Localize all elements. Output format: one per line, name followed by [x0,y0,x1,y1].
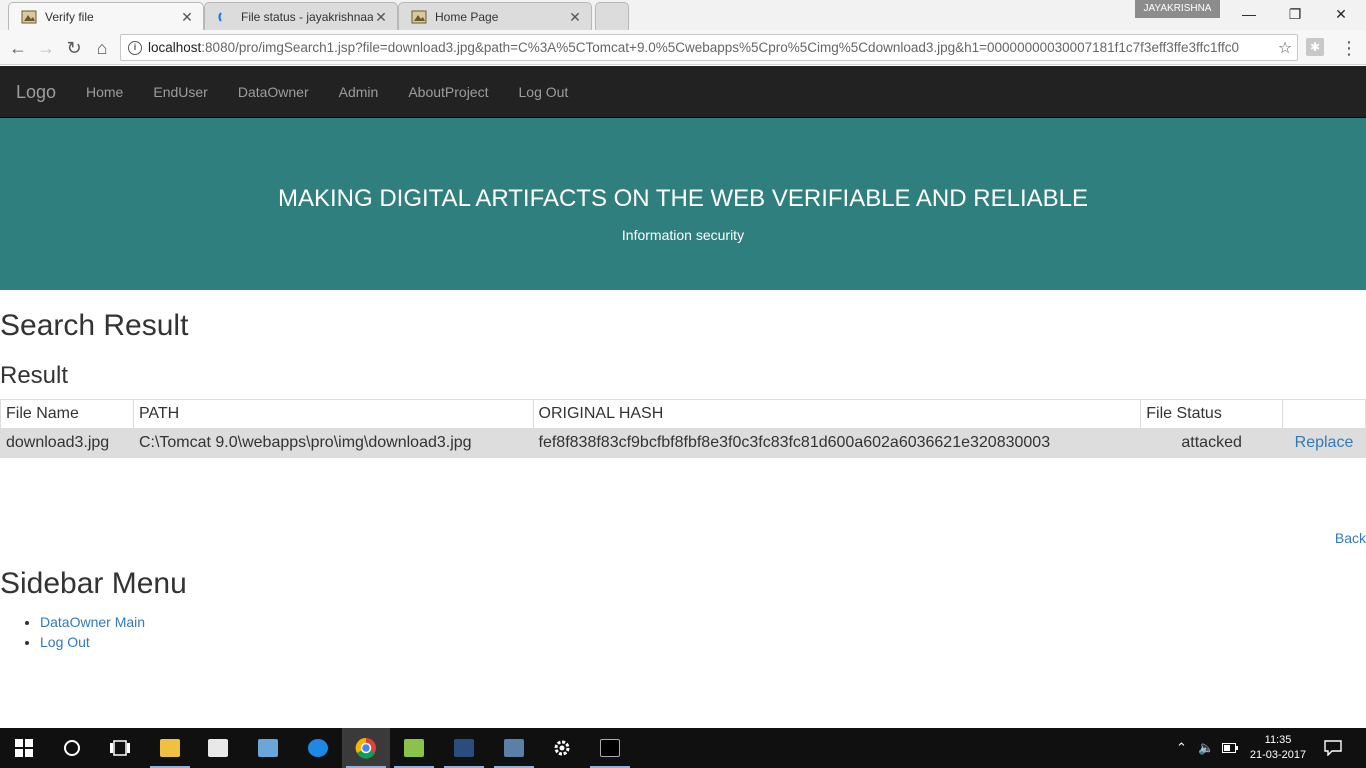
address-bar[interactable]: i localhost:8080/pro/imgSearch1.jsp?file… [120,34,1298,61]
sidebar-item-logout[interactable]: Log Out [40,634,90,650]
chrome-icon[interactable] [342,728,390,768]
replace-link[interactable]: Replace [1295,434,1354,451]
restore-icon[interactable]: ❐ [1272,0,1318,28]
windows-taskbar: ⌃ 🔈 11:35 21-03-2017 [0,728,1366,768]
sidebar-title: Sidebar Menu [0,567,187,600]
command-prompt-icon[interactable] [586,728,634,768]
clock-date: 21-03-2017 [1249,749,1307,761]
forward-arrow-icon[interactable]: → [34,36,58,60]
store-icon[interactable] [194,728,242,768]
sql-tool-icon[interactable] [490,728,538,768]
mysql-workbench-icon[interactable] [440,728,488,768]
page-favicon-icon [411,10,427,23]
close-tab-icon[interactable]: ✕ [179,9,195,25]
sidebar-item-dataowner-main[interactable]: DataOwner Main [40,614,145,630]
clock-time: 11:35 [1264,734,1292,746]
tab-title: File status - jayakrishnaa [241,9,373,24]
sidebar-item: DataOwner Main [40,612,145,632]
tab-home-page[interactable]: Home Page ✕ [398,2,592,30]
new-tab-button[interactable] [595,2,629,30]
tab-title: Home Page [435,9,499,24]
nav-logout[interactable]: Log Out [504,66,584,118]
table-row: download3.jpg C:\Tomcat 9.0\webapps\pro\… [0,428,1366,458]
sidebar-menu: DataOwner Main Log Out [40,612,145,652]
settings-gear-icon[interactable] [538,728,586,768]
bookmark-star-icon[interactable]: ☆ [1273,38,1297,58]
start-windows-icon[interactable] [0,728,48,768]
acrobat-extension-icon[interactable]: ✱ [1306,38,1324,56]
tab-title: Verify file [45,9,94,24]
hero-title: MAKING DIGITAL ARTIFACTS ON THE WEB VERI… [278,185,1088,212]
back-arrow-icon[interactable]: ← [6,36,30,60]
nav-home[interactable]: Home [71,66,138,118]
notepad-plus-icon[interactable] [390,728,438,768]
tab-file-status[interactable]: File status - jayakrishnaa ✕ [204,2,398,30]
page-favicon-icon [21,10,37,23]
loading-spinner-icon [218,11,222,22]
profile-badge[interactable]: JAYAKRISHNA [1135,0,1220,18]
column-header [1282,399,1366,429]
nav-links: Home EndUser DataOwner Admin AboutProjec… [71,66,583,118]
action-cell: Replace [1282,428,1366,458]
media-app-icon[interactable] [244,728,292,768]
battery-icon[interactable] [1222,728,1238,768]
volume-icon[interactable]: 🔈 [1198,728,1214,768]
close-window-icon[interactable]: ✕ [1318,0,1364,28]
action-center-icon[interactable] [1324,728,1342,768]
close-tab-icon[interactable]: ✕ [373,9,389,25]
taskbar-clock[interactable]: 11:35 21-03-2017 [1245,733,1311,763]
column-header: ORIGINAL HASH [532,399,1142,429]
file-name-cell: download3.jpg [0,428,134,458]
back-link[interactable]: Back [1335,530,1366,546]
home-icon[interactable]: ⌂ [90,36,114,60]
reload-icon[interactable]: ↻ [62,36,86,60]
tab-verify-file[interactable]: Verify file ✕ [8,2,204,30]
file-status-cell: attacked [1140,428,1283,458]
sidebar-item: Log Out [40,632,145,652]
browser-toolbar: ← → ↻ ⌂ i localhost:8080/pro/imgSearch1.… [0,30,1366,65]
hero-subtitle: Information security [621,227,745,243]
path-cell: C:\Tomcat 9.0\webapps\pro\img\download3.… [132,428,534,458]
show-hidden-icons-icon[interactable]: ⌃ [1176,728,1187,768]
hero-banner: MAKING DIGITAL ARTIFACTS ON THE WEB VERI… [0,118,1366,290]
close-tab-icon[interactable]: ✕ [567,9,583,25]
task-view-icon[interactable] [96,728,144,768]
nav-aboutproject[interactable]: AboutProject [393,66,503,118]
section-title: Result [0,362,69,389]
site-navbar: Logo Home EndUser DataOwner Admin AboutP… [0,66,1366,118]
nav-enduser[interactable]: EndUser [138,66,222,118]
hash-cell: fef8f838f83cf9bcfbf8fbf8e3f0c3fc83fc81d6… [532,428,1142,458]
url-text[interactable]: localhost:8080/pro/imgSearch1.jsp?file=d… [148,40,1273,55]
nav-admin[interactable]: Admin [324,66,394,118]
search-cortana-icon[interactable] [48,728,96,768]
chrome-menu-icon[interactable]: ⋮ [1340,38,1358,58]
table-header-row: File Name PATH ORIGINAL HASH File Status [0,399,1366,429]
column-header: File Name [0,399,134,429]
info-icon[interactable]: i [128,40,142,55]
results-table: File Name PATH ORIGINAL HASH File Status… [0,399,1366,458]
minimize-icon[interactable]: — [1226,0,1272,28]
nav-dataowner[interactable]: DataOwner [223,66,324,118]
brand-logo[interactable]: Logo [16,66,56,118]
page-title: Search Result [0,309,189,342]
column-header: PATH [132,399,534,429]
browser-tab-strip: Verify file ✕ File status - jayakrishnaa… [0,0,1366,30]
file-explorer-icon[interactable] [146,728,194,768]
column-header: File Status [1140,399,1283,429]
edge-icon[interactable] [294,728,342,768]
